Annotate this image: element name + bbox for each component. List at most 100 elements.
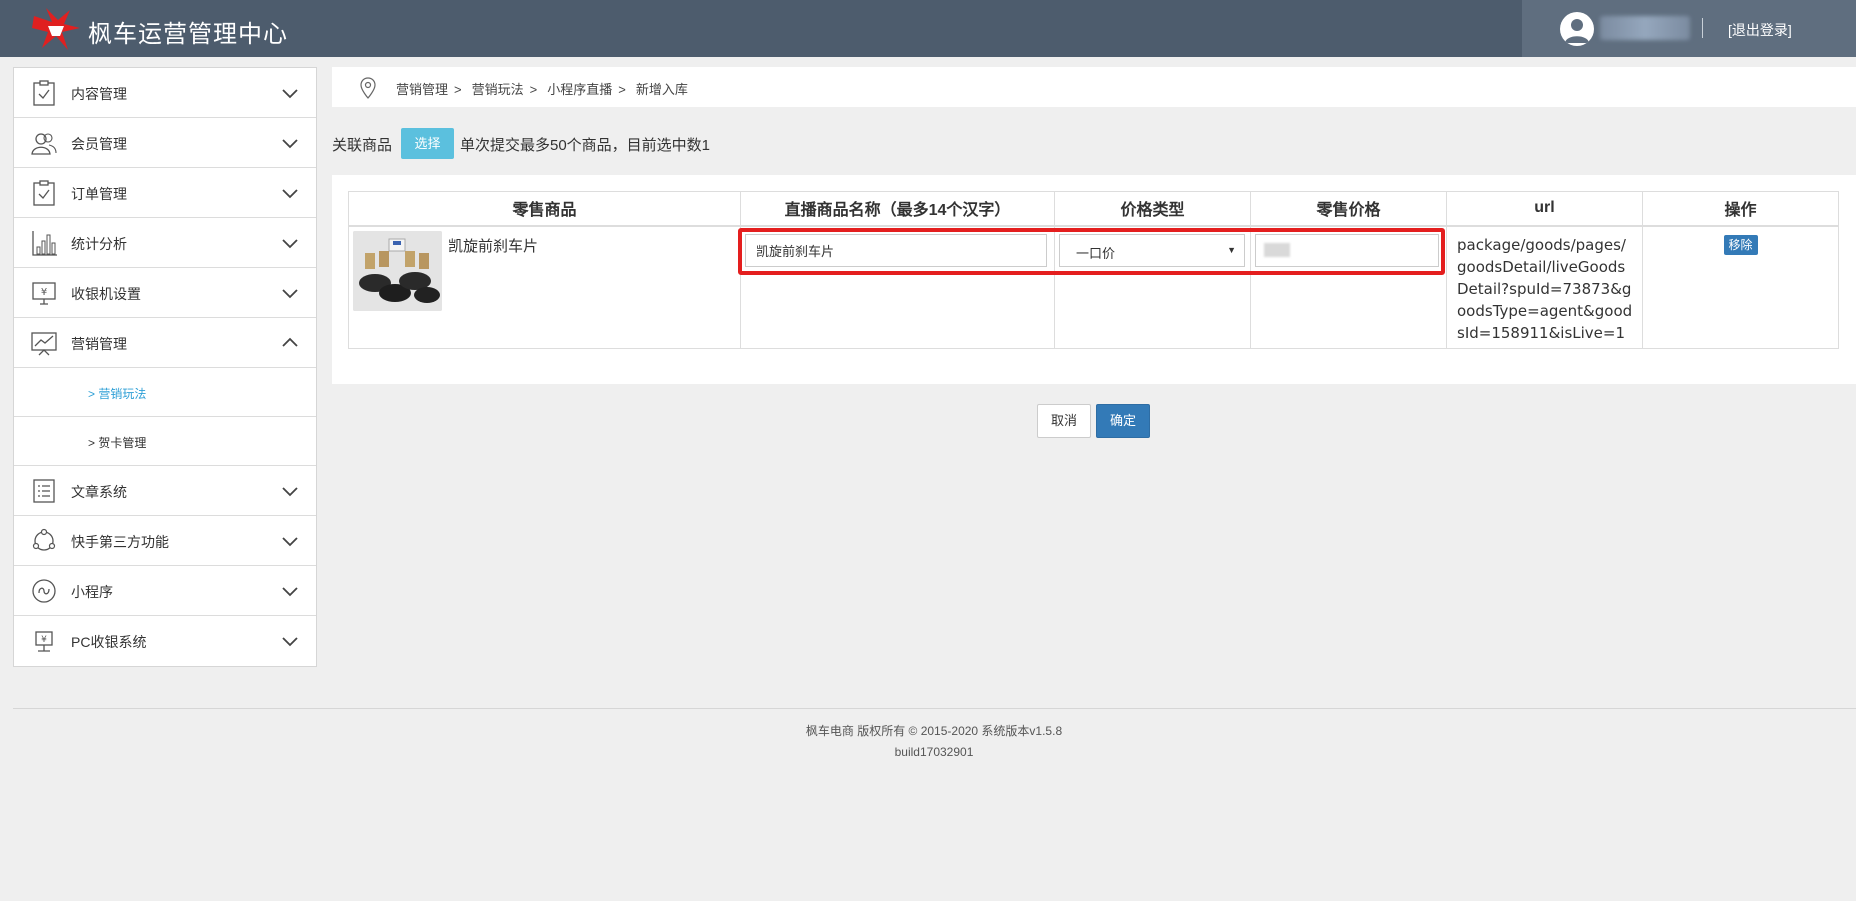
breadcrumb-item-marketing[interactable]: 营销管理 [396, 82, 448, 97]
chevron-down-icon [282, 289, 298, 299]
chevron-down-icon [282, 239, 298, 249]
table-row: 凯旋前刹车片 一口价 ▼ package/goods [348, 225, 1839, 349]
sidebar-item-statistics[interactable]: 统计分析 [14, 218, 316, 268]
cashier-monitor-icon: ¥ [32, 282, 56, 305]
mini-program-icon [32, 579, 56, 603]
bar-chart-icon [32, 231, 57, 256]
breadcrumb-separator: > [529, 82, 538, 97]
sidebar-item-label: 营销管理 [71, 336, 127, 352]
sidebar-item-content[interactable]: 内容管理 [14, 68, 316, 118]
avatar[interactable] [1560, 12, 1594, 46]
chevron-down-icon [282, 89, 298, 99]
top-header: 枫车运营管理中心 [退出登录] [0, 0, 1856, 57]
sidebar-item-cashier-settings[interactable]: ¥ 收银机设置 [14, 268, 316, 318]
sidebar-item-marketing[interactable]: 营销管理 [14, 318, 316, 368]
sidebar-subitem-label: > 营销玩法 [88, 387, 147, 401]
column-header: 零售价格 [1250, 191, 1447, 227]
breadcrumb-separator: > [454, 82, 462, 97]
footer-build: build17032901 [894, 745, 974, 759]
sidebar-item-label: 内容管理 [71, 86, 127, 102]
sidebar-subitem-greeting-cards[interactable]: > 贺卡管理 [14, 417, 316, 466]
action-cell: 移除 [1642, 225, 1839, 349]
location-pin-icon [360, 77, 376, 99]
product-thumbnail [353, 230, 442, 311]
sidebar-item-label: 文章系统 [71, 484, 127, 500]
sidebar-item-pc-cashier[interactable]: ¥ PC收银系统 [14, 616, 316, 666]
cancel-button[interactable]: 取消 [1037, 404, 1091, 438]
sidebar-item-label: PC收银系统 [71, 634, 147, 650]
pc-cashier-icon: ¥ [35, 631, 53, 652]
sidebar-subitem-marketing-play[interactable]: > 营销玩法 [14, 368, 316, 417]
footer-copyright: 枫车电商 版权所有 © 2015-2020 系统版本v1.5.8 [805, 724, 1063, 738]
sidebar-item-members[interactable]: 会员管理 [14, 118, 316, 168]
chevron-down-icon [282, 487, 298, 497]
sidebar-item-mini-program[interactable]: 小程序 [14, 566, 316, 616]
column-header: url [1446, 191, 1643, 227]
sidebar-item-label: 会员管理 [71, 136, 127, 152]
retail-price-cell [1250, 225, 1447, 349]
breadcrumb-item-marketing-play[interactable]: 营销玩法 [472, 82, 524, 97]
svg-text:¥: ¥ [41, 635, 47, 645]
price-type-value: 一口价 [1076, 245, 1116, 261]
url-cell: package/goods/pages/goodsDetail/liveGood… [1446, 225, 1643, 349]
logout-link[interactable]: [退出登录] [1728, 20, 1792, 40]
breadcrumb-item-current: 新增入库 [635, 82, 688, 97]
presentation-chart-icon [31, 332, 57, 356]
username-blurred [1600, 16, 1690, 40]
goods-table: 零售商品 直播商品名称（最多14个汉字） 价格类型 零售价格 url 操作 凯旋… [348, 191, 1839, 349]
svg-text:¥: ¥ [41, 287, 47, 298]
sidebar-item-label: 快手第三方功能 [71, 534, 169, 550]
clipboard-icon [33, 180, 55, 206]
sidebar-item-articles[interactable]: 文章系统 [14, 466, 316, 516]
footer-divider [13, 708, 1856, 709]
breadcrumb-trail: 营销管理 > 营销玩法 > 小程序直播 > 新增入库 [396, 79, 694, 98]
remove-button[interactable]: 移除 [1723, 234, 1758, 255]
users-icon [31, 133, 57, 155]
column-header: 价格类型 [1054, 191, 1251, 227]
product-cell: 凯旋前刹车片 [348, 225, 741, 349]
brake-pads-image [353, 230, 442, 311]
select-goods-button[interactable]: 选择 [401, 128, 454, 159]
live-name-input[interactable] [745, 233, 1047, 267]
clipboard-icon [33, 80, 55, 106]
table-header-row: 零售商品 直播商品名称（最多14个汉字） 价格类型 零售价格 url 操作 [348, 191, 1839, 227]
sidebar-item-label: 统计分析 [71, 236, 127, 252]
chevron-down-icon [282, 637, 298, 647]
selection-hint: 单次提交最多50个商品，目前选中数1 [460, 137, 711, 154]
chevron-down-icon [282, 139, 298, 149]
price-type-cell: 一口价 ▼ [1054, 225, 1251, 349]
sidebar-item-orders[interactable]: 订单管理 [14, 168, 316, 218]
header-divider [1702, 18, 1703, 38]
cycle-icon [32, 528, 56, 551]
breadcrumb: 营销管理 > 营销玩法 > 小程序直播 > 新增入库 [332, 67, 1856, 107]
associated-goods-label: 关联商品 [332, 137, 393, 154]
column-header: 零售商品 [348, 191, 741, 227]
breadcrumb-separator: > [618, 82, 626, 97]
sidebar-item-label: 小程序 [71, 584, 113, 600]
list-icon [33, 479, 55, 503]
chevron-down-icon [282, 537, 298, 547]
breadcrumb-item-live[interactable]: 小程序直播 [547, 82, 612, 97]
sidebar: 内容管理 会员管理 订单管理 统计分析 ¥ 收银机设置 营销管理 > 营销玩法 … [13, 67, 317, 667]
user-area: [退出登录] [1522, 0, 1856, 57]
chevron-down-icon [282, 189, 298, 199]
sidebar-item-label: 收银机设置 [71, 286, 141, 302]
logo-icon [32, 8, 80, 50]
price-type-select[interactable]: 一口价 ▼ [1059, 233, 1245, 267]
chevron-up-icon [282, 337, 298, 347]
column-header: 直播商品名称（最多14个汉字） [740, 191, 1055, 227]
column-header: 操作 [1642, 191, 1839, 227]
sidebar-item-label: 订单管理 [71, 186, 127, 202]
product-name: 凯旋前刹车片 [448, 237, 539, 255]
app-title: 枫车运营管理中心 [88, 21, 288, 48]
sidebar-subitem-label: > 贺卡管理 [88, 436, 147, 450]
chevron-down-icon [282, 587, 298, 597]
price-value-blurred [1264, 242, 1290, 257]
confirm-button[interactable]: 确定 [1096, 404, 1150, 438]
user-icon [1565, 19, 1589, 43]
live-name-cell [740, 225, 1055, 349]
dropdown-arrow-icon: ▼ [1227, 244, 1236, 255]
sidebar-item-kuaishou[interactable]: 快手第三方功能 [14, 516, 316, 566]
retail-price-input[interactable] [1255, 233, 1439, 267]
goods-url: package/goods/pages/goodsDetail/liveGood… [1457, 235, 1633, 342]
